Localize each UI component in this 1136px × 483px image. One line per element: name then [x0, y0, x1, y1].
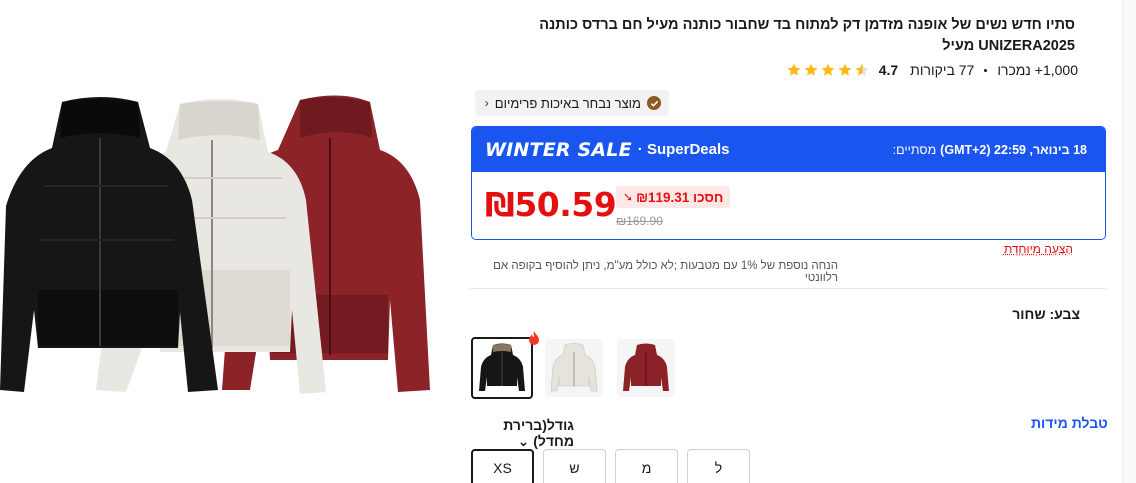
size-option-m[interactable]: מ — [615, 449, 678, 483]
size-option-l[interactable]: ל — [687, 449, 750, 483]
sold-count: 1,000+ נמכרו — [997, 62, 1078, 78]
fire-icon — [529, 331, 539, 345]
star-icon — [838, 63, 852, 76]
swatch-white[interactable] — [545, 339, 603, 397]
superdeals-label: · SuperDeals — [637, 141, 730, 158]
size-label[interactable]: גודל(ברירת מחדל) ⌄ — [470, 417, 574, 450]
star-half-icon — [855, 63, 869, 76]
star-icon — [787, 63, 801, 76]
white-jacket-thumb — [550, 343, 598, 392]
savings-text: חסכו ₪119.31 — [636, 189, 724, 205]
deal-end-time: 18 בינואר, 22:59 (GMT+2) מסתיים: — [893, 143, 1087, 157]
product-image[interactable] — [0, 0, 470, 483]
original-price: ₪169.90 — [616, 214, 663, 228]
checkmark-icon — [647, 96, 661, 110]
swatch-burgundy[interactable] — [617, 339, 675, 397]
black-jacket-thumb — [479, 343, 525, 391]
chevron-down-icon: ⌄ — [517, 433, 530, 449]
separator-dot — [984, 68, 988, 72]
winter-sale-label: WINTER SALE — [485, 138, 632, 161]
color-label: צבע: שחור — [1012, 306, 1080, 322]
size-option-xs[interactable]: XS — [471, 449, 534, 483]
savings-badge: חסכו ₪119.31 ➘ — [616, 186, 731, 208]
product-title: סתיו חדש נשים של אופנה מזדמן דק למתוח בד… — [539, 17, 1075, 54]
choice-badge-text: מוצר נבחר באיכות פרימיום — [494, 95, 641, 111]
star-rating — [787, 63, 869, 77]
divider — [470, 288, 1106, 289]
rating-row: 1,000+ נמכרו 77 ביקורות 4.7 — [787, 62, 1078, 78]
product-info: סתיו חדש נשים של אופנה מזדמן דק למתוח בד… — [470, 0, 1110, 483]
down-arrow-icon: ➘ — [623, 190, 634, 204]
reviews-link[interactable]: 77 ביקורות — [910, 62, 974, 78]
scrollbar[interactable] — [1122, 0, 1136, 483]
rating-value: 4.7 — [878, 62, 899, 78]
size-label-text: גודל(ברירת מחדל) — [503, 417, 574, 449]
deal-banner: WINTER SALE · SuperDeals 18 בינואר, 22:5… — [472, 127, 1105, 172]
size-chart-link[interactable]: טבלת מידות — [1031, 415, 1108, 431]
jackets-illustration — [0, 95, 430, 394]
special-offer-link[interactable]: הַצָּעָה מְיוּחֶדֶת — [1004, 242, 1073, 256]
chevron-left-icon: ‹ — [484, 96, 489, 110]
star-icon — [804, 63, 818, 76]
choice-badge[interactable]: מוצר נבחר באיכות פרימיום ‹ — [474, 90, 669, 116]
deal-end-label: מסתיים: — [892, 142, 937, 157]
star-icon — [821, 63, 835, 76]
burgundy-jacket-thumb — [623, 343, 669, 391]
coins-discount-note: הנחה נוספת של 1% עם מטבעות ;לא כולל מע"מ… — [493, 260, 838, 284]
size-option-s[interactable]: ש — [543, 449, 606, 483]
deal-price-area: ₪50.59 חסכו ₪119.31 ➘ ₪169.90 — [472, 172, 1105, 239]
current-price: ₪50.59 — [485, 185, 617, 224]
superdeals-box: WINTER SALE · SuperDeals 18 בינואר, 22:5… — [471, 126, 1106, 240]
swatch-black[interactable] — [471, 337, 533, 399]
deal-end-date: 18 בינואר, 22:59 (GMT+2) — [940, 142, 1087, 157]
